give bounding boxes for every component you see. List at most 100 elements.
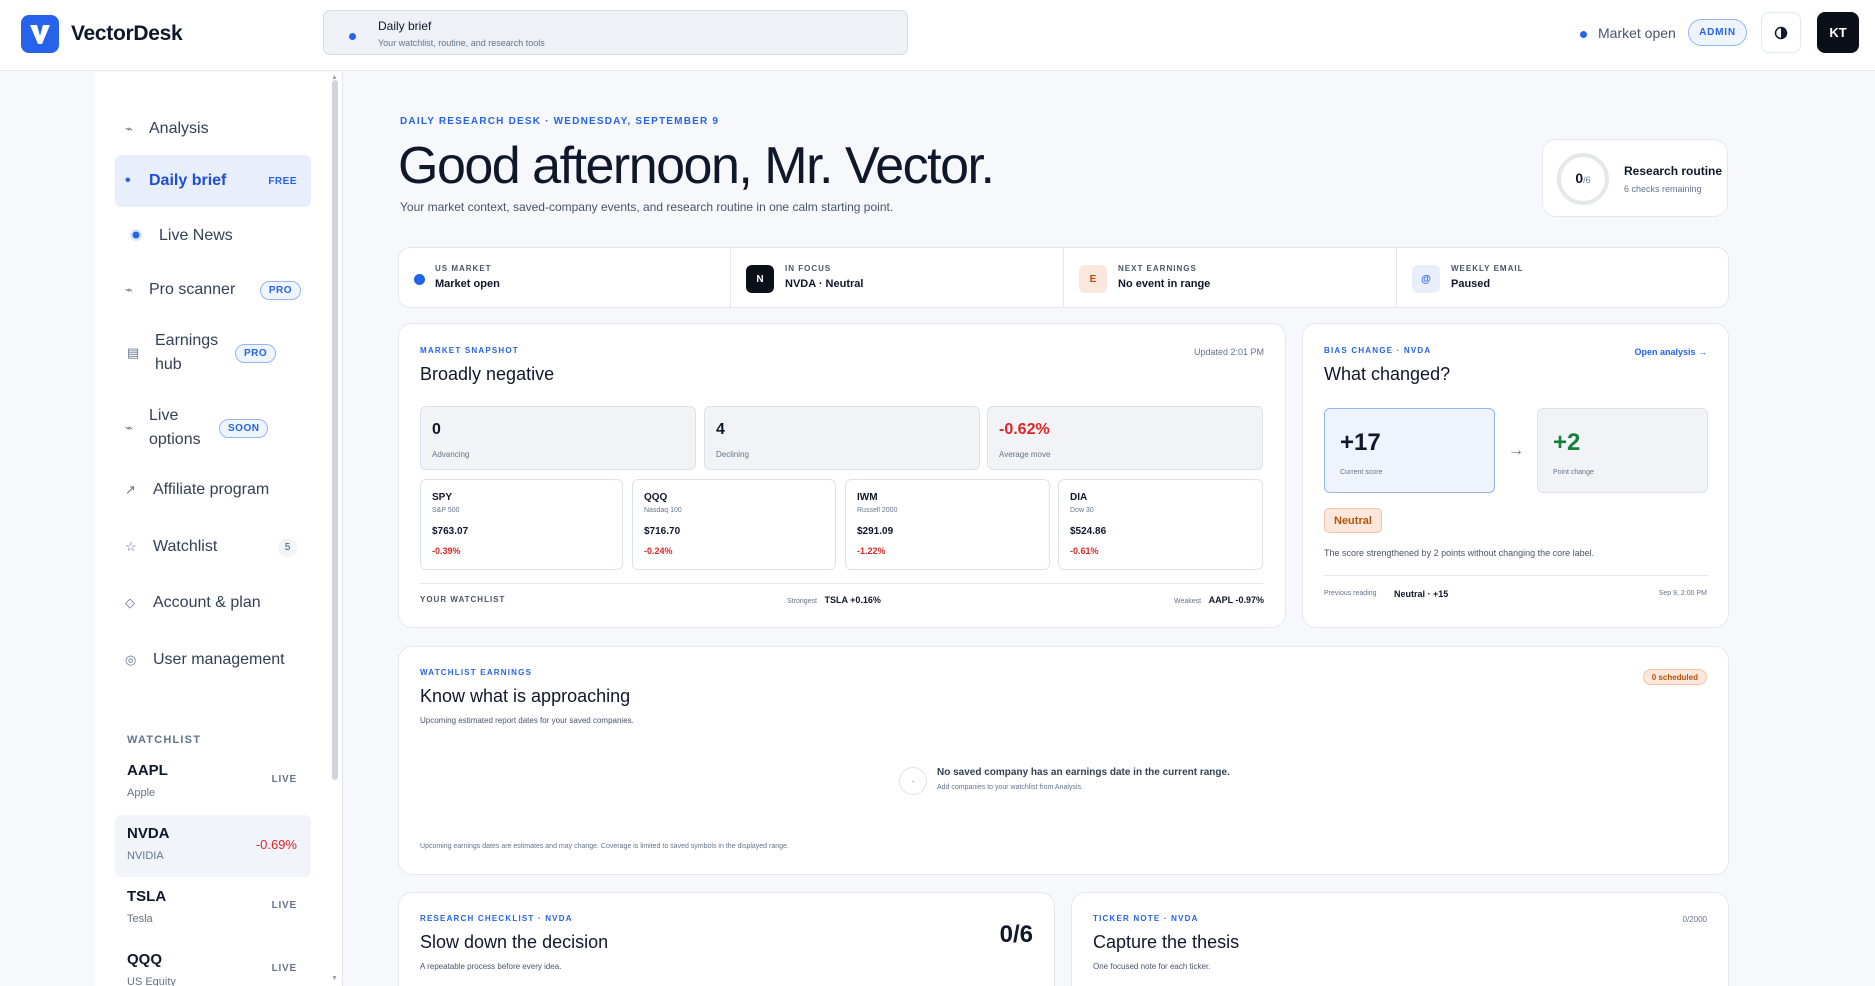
- plan-badge: FREE: [268, 175, 297, 187]
- weakest-label: Weakest: [1174, 598, 1202, 605]
- sidebar-item-analysis[interactable]: ⌁ Analysis: [115, 112, 311, 146]
- market-dot-icon: [414, 274, 425, 285]
- market-status-dot-icon: [1580, 31, 1587, 38]
- sidebar-item-label: Live options: [149, 407, 201, 448]
- watchlist-count-badge: 5: [278, 537, 297, 557]
- sidebar-item-label: Pro scanner: [149, 281, 236, 298]
- watchlist-summary-label: YOUR WATCHLIST: [420, 595, 506, 604]
- index-card-dia[interactable]: DIA Dow 30 $524.86 -0.61%: [1058, 479, 1263, 570]
- watchlist-item-qqq[interactable]: QQQ US Equity LIVE: [115, 941, 311, 986]
- radio-icon: [129, 228, 159, 245]
- email-icon: @: [1412, 265, 1440, 293]
- sidebar-item-user-management[interactable]: ◎ User management: [115, 643, 311, 677]
- index-card-qqq[interactable]: QQQ Nasdaq 100 $716.70 -0.24%: [632, 479, 836, 570]
- sidebar-item-affiliate-program[interactable]: ↗ Affiliate program: [115, 473, 311, 507]
- index-name: Dow 30: [1070, 507, 1094, 514]
- index-name: S&P 500: [432, 507, 460, 514]
- index-symbol: IWM: [857, 492, 878, 503]
- stat-value: 0: [432, 421, 441, 438]
- index-change: -0.61%: [1070, 546, 1099, 556]
- status-value: Paused: [1451, 278, 1491, 290]
- stat-value: -0.62%: [999, 421, 1050, 438]
- app-name: VectorDesk: [71, 22, 183, 45]
- bias-label-badge: Neutral: [1324, 508, 1382, 533]
- status-value: NVDA · Neutral: [785, 278, 864, 290]
- watchlist-heading: WATCHLIST: [127, 734, 202, 746]
- plan-badge: SOON: [219, 418, 269, 438]
- index-card-spy[interactable]: SPY S&P 500 $763.07 -0.39%: [420, 479, 623, 570]
- routine-total: /6: [1583, 175, 1591, 185]
- sidebar-item-earnings-hub[interactable]: ▤ Earnings hub PRO: [115, 326, 311, 380]
- user-avatar-button[interactable]: KT: [1817, 12, 1859, 53]
- sidebar-item-live-options[interactable]: ⌁ Live options SOON: [115, 401, 311, 455]
- research-routine-card[interactable]: 0/6 Research routine 6 checks remaining: [1542, 139, 1728, 217]
- stat-value: 4: [716, 421, 725, 438]
- sidebar-item-watchlist[interactable]: ☆ Watchlist 5: [115, 530, 311, 564]
- previous-reading-value: Neutral · +15: [1394, 589, 1449, 599]
- index-symbol: QQQ: [644, 492, 668, 503]
- top-bar: VectorDesk Daily brief Your watchlist, r…: [0, 0, 1875, 71]
- status-value: No event in range: [1118, 278, 1211, 290]
- ticker-note-card: TICKER NOTE · NVDA 0/2000 Capture the th…: [1071, 892, 1729, 986]
- sidebar-item-account-plan[interactable]: ◇ Account & plan: [115, 586, 311, 620]
- index-price: $716.70: [644, 526, 681, 537]
- sidebar-item-daily-brief[interactable]: • Daily brief FREE: [115, 155, 311, 207]
- checklist-title: Slow down the decision: [420, 932, 609, 952]
- previous-reading-label: Previous reading: [1324, 590, 1377, 597]
- sidebar-scrollbar[interactable]: [332, 80, 338, 780]
- contrast-icon: [1774, 26, 1788, 39]
- theme-toggle-button[interactable]: [1761, 12, 1801, 53]
- index-symbol: SPY: [432, 492, 453, 503]
- routine-done-count: 0: [1575, 170, 1584, 186]
- watchlist-item-nvda[interactable]: NVDA NVIDIA -0.69%: [115, 815, 311, 877]
- snapshot-updated: Updated 2:01 PM: [1193, 347, 1264, 357]
- target-icon: ◎: [125, 652, 137, 667]
- status-next-earnings[interactable]: E NEXT EARNINGS No event in range: [1064, 248, 1397, 307]
- app-logo[interactable]: [21, 15, 59, 53]
- watchlist-company: NVIDIA: [127, 850, 164, 862]
- stat-label: Declining: [716, 450, 749, 459]
- scheduled-count-badge: 0 scheduled: [1642, 669, 1707, 685]
- point-change-label: Point change: [1553, 469, 1594, 476]
- earnings-title: Know what is approaching: [420, 686, 631, 706]
- arrow-icon: ↗: [125, 482, 136, 497]
- page-context-pill[interactable]: Daily brief Your watchlist, routine, and…: [323, 10, 908, 55]
- watchlist-symbol: NVDA: [127, 825, 170, 842]
- hero-eyebrow: DAILY RESEARCH DESK · WEDNESDAY, SEPTEMB…: [400, 116, 720, 127]
- checklist-eyebrow: RESEARCH CHECKLIST · NVDA: [420, 914, 573, 923]
- sidebar-item-live-news[interactable]: Live News: [115, 219, 311, 253]
- focus-ticker-icon: N: [746, 265, 774, 293]
- sidebar-item-label: Affiliate program: [153, 481, 270, 498]
- open-analysis-link[interactable]: Open analysis →: [1634, 347, 1707, 357]
- watchlist-item-tsla[interactable]: TSLA Tesla LIVE: [115, 878, 311, 940]
- status-in-focus[interactable]: N IN FOCUS NVDA · Neutral: [731, 248, 1064, 307]
- status-strip: US MARKET Market open N IN FOCUS NVDA · …: [398, 247, 1729, 308]
- status-weekly-email[interactable]: @ WEEKLY EMAIL Paused: [1397, 248, 1728, 307]
- note-title: Capture the thesis: [1093, 932, 1240, 952]
- point-change-value: +2: [1553, 429, 1581, 456]
- empty-state-subtitle: Add companies to your watchlist from Ana…: [937, 784, 1083, 791]
- strongest-value: TSLA +0.16%: [824, 595, 881, 605]
- market-status: Market open: [1598, 25, 1676, 41]
- snapshot-title: Broadly negative: [420, 364, 555, 384]
- bias-note: The score strengthened by 2 points witho…: [1324, 548, 1595, 558]
- earnings-eyebrow: WATCHLIST EARNINGS: [420, 668, 533, 677]
- earnings-footnote: Upcoming earnings dates are estimates an…: [420, 843, 789, 850]
- sidebar-item-label: Account & plan: [153, 594, 261, 611]
- status-label: IN FOCUS: [785, 264, 832, 273]
- index-symbol: DIA: [1070, 492, 1088, 503]
- market-snapshot-card: MARKET SNAPSHOT Updated 2:01 PM Broadly …: [398, 323, 1286, 628]
- index-card-iwm[interactable]: IWM Russell 2000 $291.09 -1.22%: [845, 479, 1050, 570]
- scroll-down-icon[interactable]: ▼: [331, 975, 338, 982]
- sidebar-item-pro-scanner[interactable]: ⌁ Pro scanner PRO: [115, 273, 311, 307]
- watchlist-item-aapl[interactable]: AAPL Apple LIVE: [115, 752, 311, 814]
- watchlist-status: LIVE: [271, 774, 297, 785]
- previous-reading-time: Sep 9, 2:00 PM: [1658, 590, 1707, 597]
- bias-change-card: BIAS CHANGE · NVDA Open analysis → What …: [1302, 323, 1729, 628]
- context-subtitle: Your watchlist, routine, and research to…: [378, 38, 545, 48]
- empty-state-title: No saved company has an earnings date in…: [937, 767, 1230, 778]
- scroll-up-icon[interactable]: ▲: [331, 74, 338, 81]
- stat-declining: 4 Declining: [704, 406, 980, 470]
- watchlist-symbol: TSLA: [127, 888, 167, 905]
- index-name: Russell 2000: [857, 507, 898, 514]
